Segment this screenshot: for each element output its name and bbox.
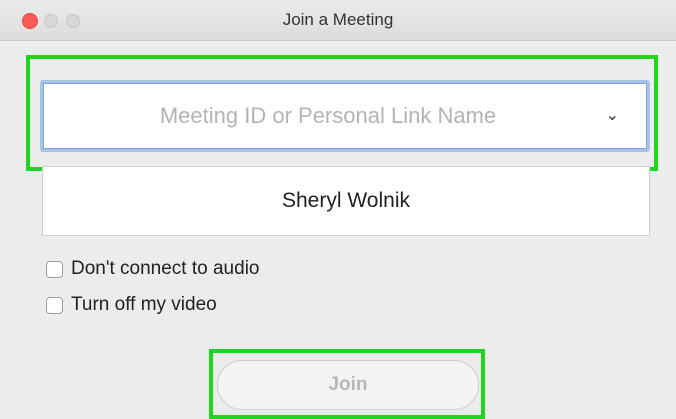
dont-connect-audio-option[interactable]: Don't connect to audio [46, 258, 259, 280]
join-button[interactable]: Join [217, 360, 479, 410]
window-title: Join a Meeting [282, 10, 394, 29]
turn-off-video-label: Turn off my video [71, 294, 217, 315]
turn-off-video-option[interactable]: Turn off my video [46, 294, 217, 316]
dont-connect-audio-checkbox[interactable] [46, 260, 63, 278]
name-field[interactable]: Sheryl Wolnik [42, 166, 650, 236]
meeting-id-input[interactable] [43, 83, 583, 149]
meeting-id-combobox[interactable]: ⌄ [40, 80, 650, 152]
title-bar: Join a Meeting [0, 0, 676, 41]
name-field-value: Sheryl Wolnik [282, 189, 410, 212]
turn-off-video-checkbox[interactable] [46, 296, 63, 314]
dont-connect-audio-label: Don't connect to audio [71, 258, 260, 279]
chevron-down-icon[interactable]: ⌄ [606, 105, 619, 125]
join-button-label: Join [328, 374, 368, 395]
